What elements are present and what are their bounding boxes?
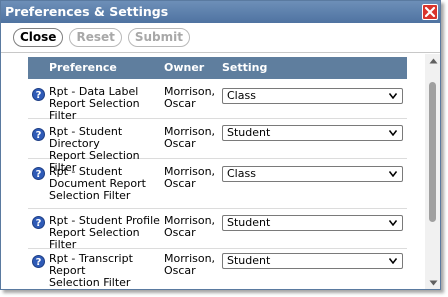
chevron-down-icon	[389, 130, 397, 136]
chevron-down-icon	[389, 171, 397, 177]
table-row: ? Rpt - Data Label Report Selection Filt…	[28, 79, 407, 122]
table-row: ? Rpt - Transcript Report Selection Filt…	[28, 249, 407, 289]
setting-select[interactable]: Student	[222, 125, 403, 141]
close-x-icon[interactable]	[422, 4, 438, 20]
preferences-grid: Preference Owner Setting ? Rpt - Data La…	[28, 57, 407, 289]
owner-name: Morrison, Oscar	[164, 214, 216, 239]
close-button[interactable]: Close	[13, 28, 64, 47]
help-question-icon[interactable]: ?	[32, 216, 45, 229]
preference-name: Rpt - Data Label Report Selection Filter	[49, 85, 140, 122]
toolbar: Close Reset Submit	[1, 23, 440, 53]
preference-name: Rpt - Student Document Report Selection …	[49, 165, 146, 202]
header-preference: Preference	[49, 61, 117, 74]
scroll-down-icon[interactable]	[429, 280, 438, 286]
table-row: ? Rpt - Student Profile Report Selection…	[28, 209, 407, 251]
chevron-down-icon	[389, 220, 397, 226]
setting-select[interactable]: Student	[222, 253, 403, 269]
chevron-down-icon	[389, 258, 397, 264]
help-question-icon[interactable]: ?	[32, 88, 45, 101]
help-question-icon[interactable]: ?	[32, 128, 45, 141]
preference-name: Rpt - Student Profile Report Selection F…	[49, 214, 160, 251]
owner-name: Morrison, Oscar	[164, 165, 216, 190]
submit-button[interactable]: Submit	[127, 28, 190, 47]
owner-name: Morrison, Oscar	[164, 252, 216, 277]
vertical-scrollbar[interactable]	[425, 54, 440, 289]
help-question-icon[interactable]: ?	[32, 255, 45, 268]
table-row: ? Rpt - Student Document Report Selectio…	[28, 159, 407, 209]
header-owner: Owner	[164, 61, 205, 74]
owner-name: Morrison, Oscar	[164, 125, 216, 150]
preferences-grid-container: Preference Owner Setting ? Rpt - Data La…	[1, 54, 425, 289]
table-row: ? Rpt - Student Directory Report Selecti…	[28, 119, 407, 174]
window-title: Preferences & Settings	[5, 4, 169, 19]
preference-name: Rpt - Transcript Report Selection Filter	[49, 252, 133, 289]
chevron-down-icon	[389, 93, 397, 99]
setting-select[interactable]: Class	[222, 88, 403, 104]
owner-name: Morrison, Oscar	[164, 85, 216, 110]
setting-select[interactable]: Student	[222, 215, 403, 231]
reset-button[interactable]: Reset	[69, 28, 122, 47]
scroll-up-icon[interactable]	[429, 58, 438, 64]
help-question-icon[interactable]: ?	[32, 167, 45, 180]
grid-header: Preference Owner Setting	[28, 57, 407, 79]
title-bar: Preferences & Settings	[1, 1, 440, 23]
setting-select[interactable]: Class	[222, 166, 403, 182]
preferences-dialog: Preferences & Settings Close Reset Submi…	[0, 0, 441, 290]
scrollbar-thumb[interactable]	[429, 82, 436, 222]
header-setting: Setting	[222, 61, 268, 74]
